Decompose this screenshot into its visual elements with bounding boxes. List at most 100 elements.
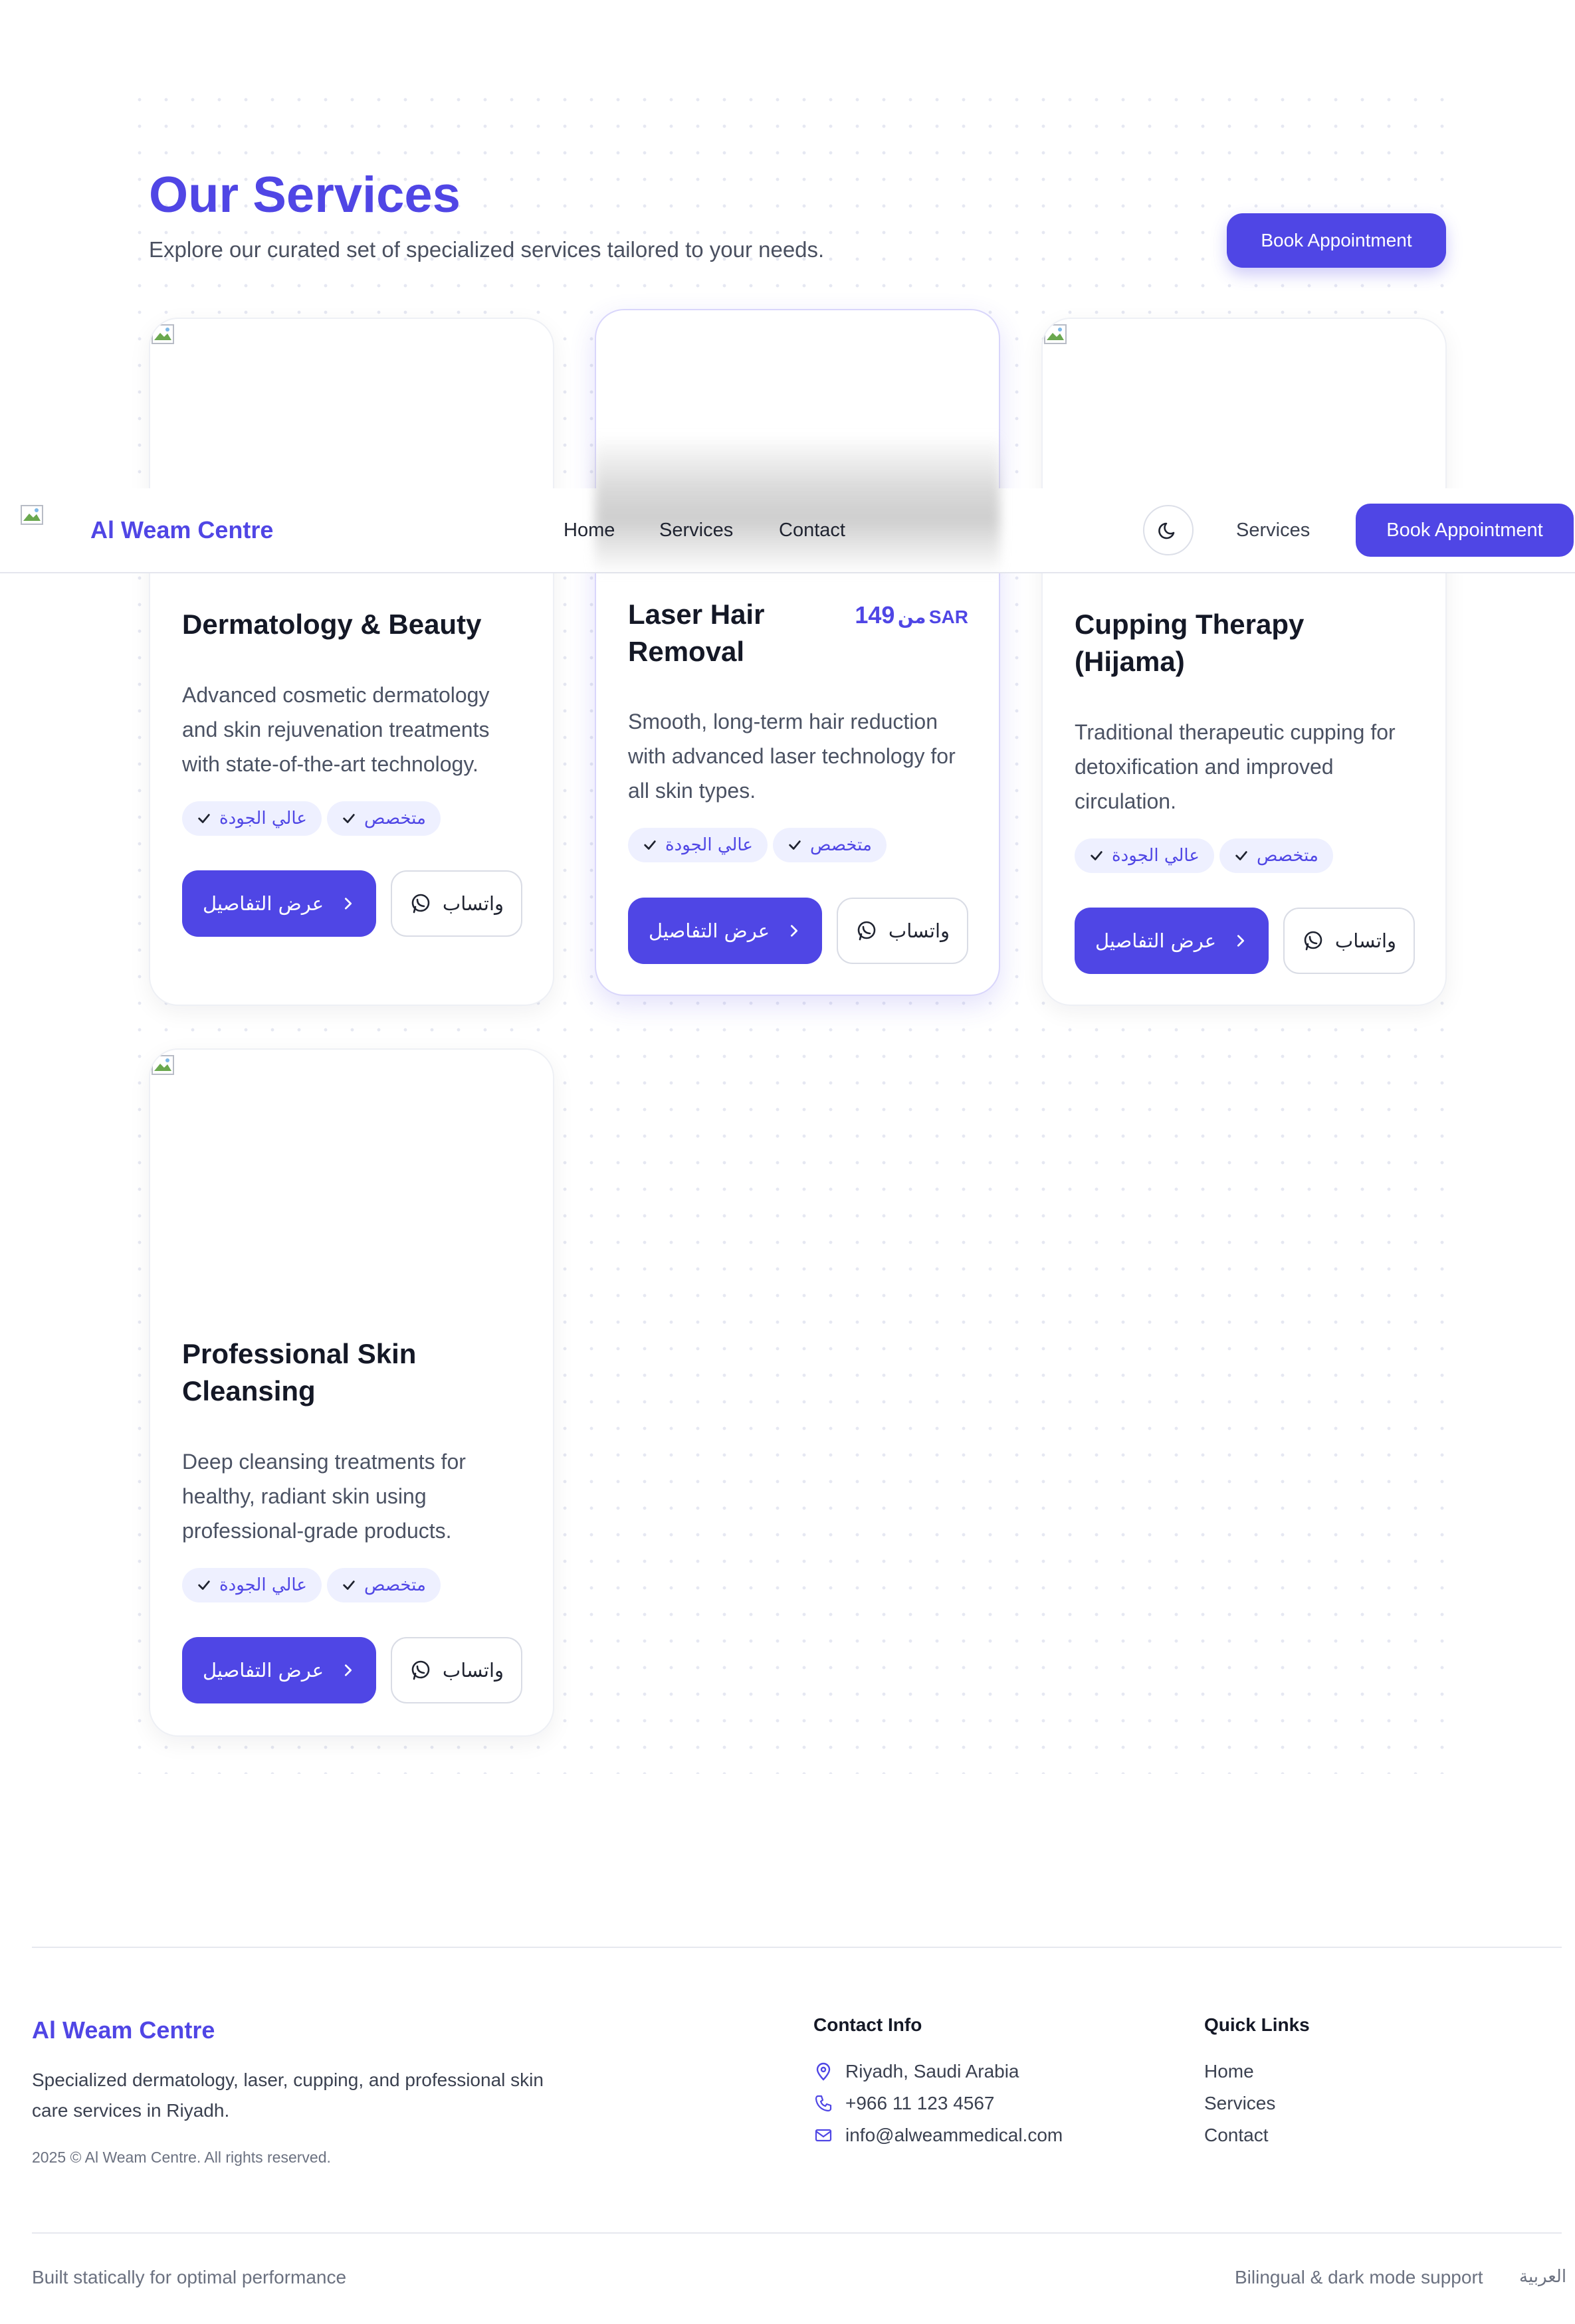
whatsapp-button[interactable]: واتساب xyxy=(1283,908,1415,974)
service-image xyxy=(150,1050,553,1289)
quick-links-heading: Quick Links xyxy=(1204,2014,1310,2035)
tag-label: متخصص xyxy=(1257,846,1318,866)
quality-tag: عالي الجودة xyxy=(182,1568,322,1602)
service-description: Deep cleansing treatments for healthy, r… xyxy=(182,1450,466,1543)
view-details-label: عرض التفاصيل xyxy=(1095,929,1217,952)
whatsapp-button[interactable]: واتساب xyxy=(391,870,522,937)
quality-tag: عالي الجودة xyxy=(628,828,768,862)
nav-shadow-overlay xyxy=(595,435,1000,575)
check-icon xyxy=(789,840,801,850)
footer-copyright: 2025 © Al Weam Centre. All rights reserv… xyxy=(32,2149,331,2166)
mail-icon xyxy=(815,2129,832,2142)
view-details-button[interactable]: عرض التفاصيل xyxy=(182,870,376,937)
price-currency: SAR xyxy=(928,607,968,627)
contact-phone[interactable]: +966 11 123 4567 xyxy=(813,2093,994,2114)
language-toggle[interactable]: العربية xyxy=(1519,2267,1566,2287)
nav-link-contact[interactable]: Contact xyxy=(779,520,845,541)
contact-email[interactable]: info@alweammedical.com xyxy=(813,2125,1063,2146)
moon-icon xyxy=(1158,522,1175,539)
whatsapp-icon xyxy=(1304,931,1322,951)
price-amount: 149 xyxy=(855,601,895,629)
nav-link-home[interactable]: Home xyxy=(564,520,615,541)
footer-features-note: Bilingual & dark mode support xyxy=(1235,2267,1483,2287)
whatsapp-button[interactable]: واتساب xyxy=(837,898,968,964)
specialist-tag: متخصص xyxy=(327,801,441,836)
contact-heading: Contact Info xyxy=(813,2014,922,2035)
phone-text: +966 11 123 4567 xyxy=(845,2093,995,2113)
view-details-button[interactable]: عرض التفاصيل xyxy=(628,898,822,964)
check-icon xyxy=(198,814,210,823)
brand-name[interactable]: Al Weam Centre xyxy=(90,516,273,544)
footer-brand: Al Weam Centre xyxy=(32,2016,215,2044)
service-title: Professional Skin Cleansing xyxy=(182,1338,417,1406)
footer-bottom-divider xyxy=(32,2232,1562,2234)
quality-tag: عالي الجودة xyxy=(182,801,322,836)
nav-link-services[interactable]: Services xyxy=(659,520,733,541)
chevron-right-icon xyxy=(1237,935,1245,947)
broken-image-icon xyxy=(152,324,174,344)
service-description: Smooth, long-term hair reduction with ad… xyxy=(628,710,956,803)
whatsapp-icon xyxy=(411,894,430,914)
whatsapp-label: واتساب xyxy=(442,1659,504,1682)
chevron-right-icon xyxy=(790,925,798,937)
specialist-tag: متخصص xyxy=(1219,838,1333,873)
page-subtitle: Explore our curated set of specialized s… xyxy=(149,237,825,262)
check-icon xyxy=(198,1581,210,1590)
tag-label: متخصص xyxy=(364,1575,426,1595)
contact-address: Riyadh, Saudi Arabia xyxy=(813,2061,1019,2082)
service-price: من 149 SAR xyxy=(855,601,968,629)
whatsapp-button[interactable]: واتساب xyxy=(391,1637,522,1703)
view-details-button[interactable]: عرض التفاصيل xyxy=(182,1637,376,1703)
service-title: Cupping Therapy (Hijama) xyxy=(1075,609,1305,677)
footer-built-note: Built statically for optimal performance xyxy=(32,2267,347,2287)
tag-label: عالي الجودة xyxy=(219,809,307,828)
check-icon xyxy=(343,814,355,823)
service-title: Laser Hair Removal xyxy=(628,599,765,667)
specialist-tag: متخصص xyxy=(773,828,887,862)
page-title: Our Services xyxy=(149,167,461,223)
specialist-tag: متخصص xyxy=(327,1568,441,1602)
view-details-label: عرض التفاصيل xyxy=(648,920,770,942)
footer-link-services[interactable]: Services xyxy=(1204,2093,1275,2114)
tag-label: عالي الجودة xyxy=(665,835,753,855)
price-prefix: من xyxy=(897,606,926,628)
broken-image-icon xyxy=(1044,324,1067,344)
whatsapp-label: واتساب xyxy=(1334,929,1397,952)
email-text: info@alweammedical.com xyxy=(845,2125,1063,2145)
whatsapp-label: واتساب xyxy=(888,920,950,942)
map-pin-icon xyxy=(816,2062,831,2081)
view-details-label: عرض التفاصيل xyxy=(202,892,324,915)
footer-divider xyxy=(32,1947,1562,1948)
footer-link-contact[interactable]: Contact xyxy=(1204,2125,1269,2146)
check-icon xyxy=(644,840,656,850)
whatsapp-icon xyxy=(411,1660,430,1680)
service-card-laser[interactable]: Laser Hair Removal من 149 SAR Smooth, lo… xyxy=(595,309,1000,996)
broken-image-icon xyxy=(152,1055,174,1075)
check-icon xyxy=(1091,851,1102,860)
check-icon xyxy=(1235,851,1247,860)
chevron-right-icon xyxy=(344,1664,352,1676)
view-details-label: عرض التفاصيل xyxy=(202,1659,324,1682)
service-title: Dermatology & Beauty xyxy=(182,609,482,640)
chevron-right-icon xyxy=(344,898,352,910)
view-details-button[interactable]: عرض التفاصيل xyxy=(1075,908,1269,974)
phone-icon xyxy=(815,2095,832,2112)
tag-label: متخصص xyxy=(810,835,872,855)
nav-services-link-right[interactable]: Services xyxy=(1236,520,1310,541)
nav-book-appointment-button[interactable]: Book Appointment xyxy=(1356,504,1574,557)
whatsapp-label: واتساب xyxy=(442,892,504,915)
book-appointment-button[interactable]: Book Appointment xyxy=(1227,213,1446,268)
service-description: Traditional therapeutic cupping for deto… xyxy=(1075,720,1396,813)
tag-label: عالي الجودة xyxy=(219,1575,307,1595)
service-card-skin-cleansing[interactable]: Professional Skin Cleansing Deep cleansi… xyxy=(149,1048,554,1737)
address-text: Riyadh, Saudi Arabia xyxy=(845,2061,1019,2082)
service-card-dermatology[interactable]: Dermatology & Beauty Advanced cosmetic d… xyxy=(149,318,554,1006)
footer-link-home[interactable]: Home xyxy=(1204,2061,1254,2082)
tag-label: عالي الجودة xyxy=(1112,846,1200,866)
logo-image-icon[interactable] xyxy=(20,505,44,525)
whatsapp-icon xyxy=(857,921,876,941)
tag-label: متخصص xyxy=(364,809,426,828)
theme-toggle-button[interactable] xyxy=(1143,505,1194,555)
quality-tag: عالي الجودة xyxy=(1075,838,1214,873)
service-card-cupping[interactable]: Cupping Therapy (Hijama) Traditional the… xyxy=(1041,318,1447,1006)
